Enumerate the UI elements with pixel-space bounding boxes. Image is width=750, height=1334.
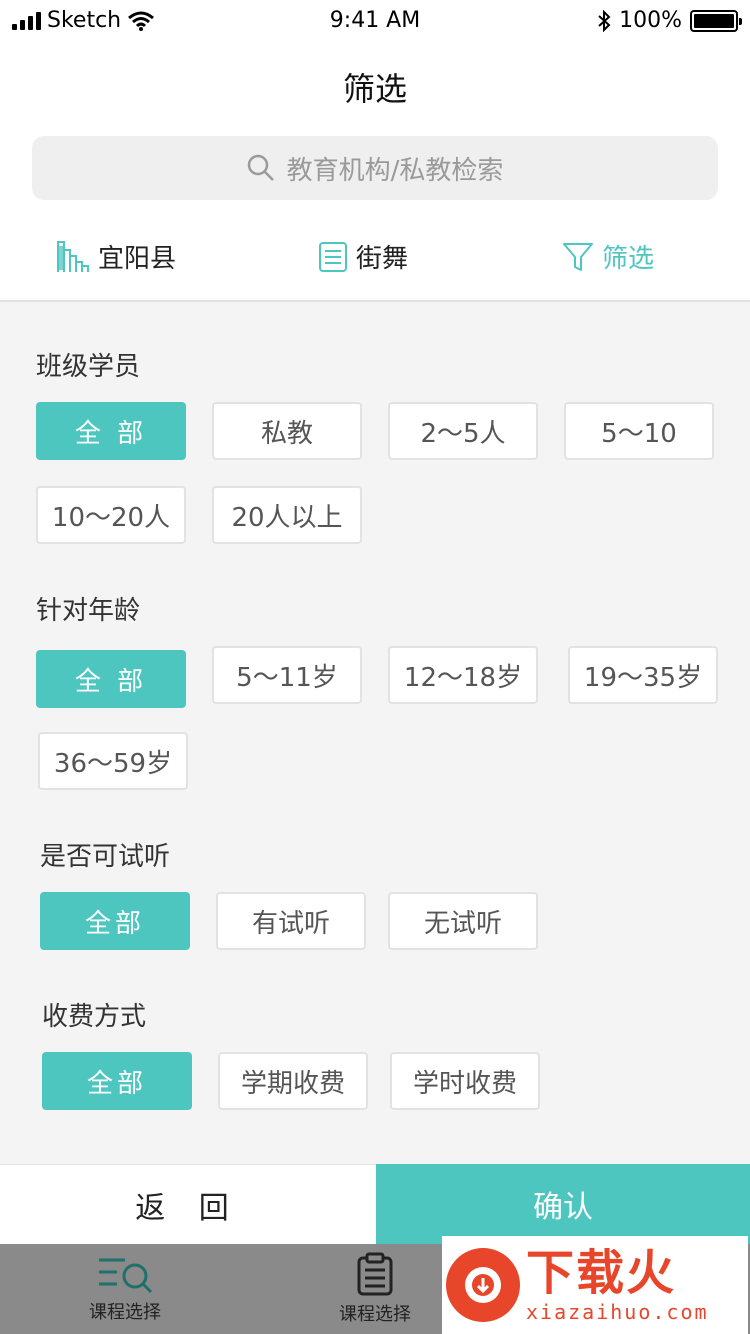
class-size-option[interactable]: 全 部 (36, 402, 186, 460)
tab-label: 课程选择 (89, 1302, 161, 1323)
fee-option[interactable]: 学期收费 (218, 1052, 368, 1110)
filter-toggle[interactable]: 筛选 (562, 238, 654, 275)
confirm-button[interactable]: 确认 (376, 1164, 750, 1244)
tab-label: 课程选择 (339, 1304, 411, 1325)
age-option[interactable]: 12～18岁 (388, 646, 538, 704)
fee-option[interactable]: 全部 (42, 1052, 192, 1110)
status-right: 100% (597, 8, 742, 33)
filter-panel: 班级学员 全 部 私教 2～5人 5～10 10～20人 20人以上 针对年龄 … (0, 302, 750, 1164)
section-title-class-size: 班级学员 (36, 352, 141, 382)
section-title-age: 针对年龄 (36, 596, 141, 626)
search-placeholder: 教育机构/私教检索 (286, 155, 504, 186)
search-input[interactable]: 教育机构/私教检索 (32, 136, 718, 200)
class-size-option[interactable]: 私教 (212, 402, 362, 460)
tab-course-search[interactable]: 课程选择 (0, 1244, 250, 1334)
watermark-text: 下载火 xiazaihuo.com (526, 1246, 709, 1324)
list-icon (319, 241, 347, 272)
section-title-fee: 收费方式 (42, 1002, 147, 1032)
trial-option[interactable]: 有试听 (216, 892, 366, 950)
section-title-trial: 是否可试听 (40, 842, 171, 872)
age-option[interactable]: 全 部 (36, 650, 186, 708)
status-bar: Sketch 9:41 AM 100% (0, 0, 750, 40)
action-bar: 返 回 确认 (0, 1164, 750, 1244)
search-section: 教育机构/私教检索 (0, 130, 750, 210)
filter-bar: 宜阳县 街舞 筛选 (0, 210, 750, 302)
watermark-logo: 下载火 xiazaihuo.com (442, 1236, 748, 1334)
age-option[interactable]: 36～59岁 (38, 732, 188, 790)
class-size-option[interactable]: 20人以上 (212, 486, 362, 544)
location-label: 宜阳县 (98, 244, 177, 274)
class-size-option[interactable]: 10～20人 (36, 486, 186, 544)
watermark-url: xiazaihuo.com (526, 1300, 709, 1324)
nav-bar: 筛选 (0, 40, 750, 130)
flame-download-icon (446, 1248, 520, 1322)
class-size-option[interactable]: 5～10 (564, 402, 714, 460)
fee-option[interactable]: 学时收费 (390, 1052, 540, 1110)
bluetooth-icon (598, 9, 611, 32)
back-button[interactable]: 返 回 (0, 1164, 376, 1244)
battery-icon (690, 9, 742, 32)
category-filter[interactable]: 街舞 (318, 238, 408, 275)
page-title: 筛选 (342, 70, 407, 108)
trial-option[interactable]: 全部 (40, 892, 190, 950)
search-icon (247, 154, 274, 181)
watermark-brand: 下载火 (526, 1245, 677, 1301)
filter-label: 筛选 (602, 244, 655, 274)
age-option[interactable]: 5～11岁 (212, 646, 362, 704)
trial-option[interactable]: 无试听 (388, 892, 538, 950)
funnel-icon (563, 242, 593, 271)
building-icon (57, 240, 89, 272)
category-label: 街舞 (356, 244, 409, 274)
battery-label: 100% (619, 8, 682, 33)
list-search-icon (99, 1258, 153, 1294)
age-option[interactable]: 19～35岁 (568, 646, 718, 704)
class-size-option[interactable]: 2～5人 (388, 402, 538, 460)
location-filter[interactable]: 宜阳县 (56, 238, 176, 275)
clipboard-icon (357, 1252, 393, 1296)
